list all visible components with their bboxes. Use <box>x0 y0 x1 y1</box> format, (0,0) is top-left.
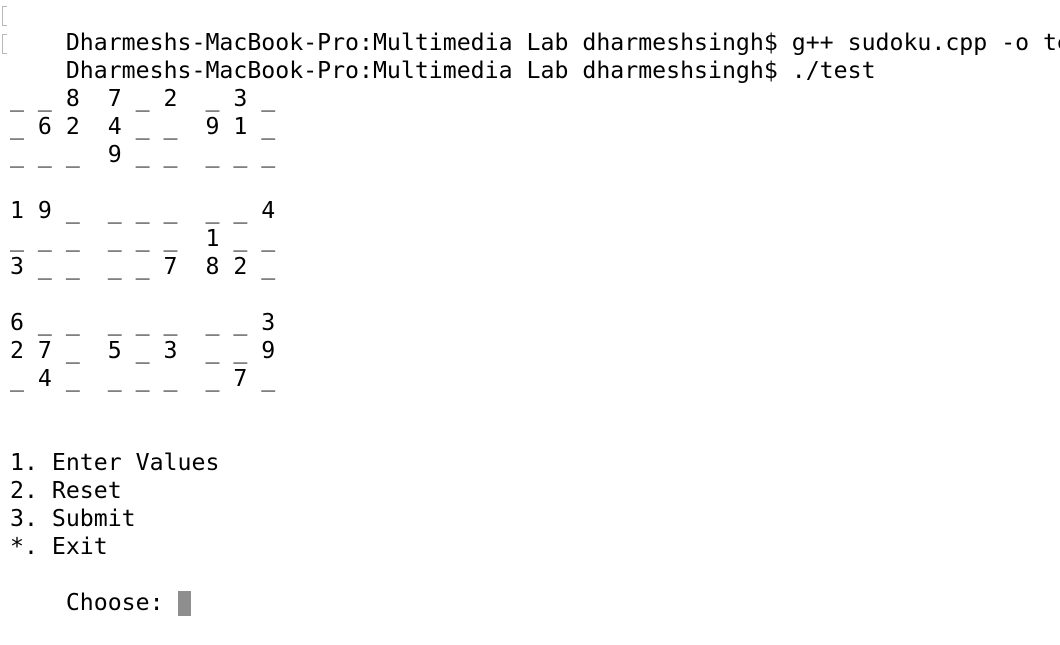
sudoku-row-2: _ 6 2 4 _ _ 9 1 _ <box>10 113 276 140</box>
terminal-window[interactable]: Dharmeshs-MacBook-Pro:Multimedia Lab dha… <box>0 0 1060 616</box>
input-prompt-line[interactable]: Choose: <box>10 561 191 616</box>
sudoku-row-1: _ _ 8 7 _ 2 _ 3 _ <box>10 85 276 112</box>
prompt-label: Choose: <box>65 589 164 616</box>
mark-bracket-icon <box>2 34 7 54</box>
menu-option-exit: *. Exit <box>10 533 108 560</box>
sudoku-row-4: 1 9 _ _ _ _ _ _ 4 <box>10 197 276 224</box>
command-text: Dharmeshs-MacBook-Pro:Multimedia Lab dha… <box>65 57 876 84</box>
sudoku-row-5: _ _ _ _ _ _ 1 _ _ <box>10 225 276 252</box>
sudoku-row-8: 2 7 _ 5 _ 3 _ _ 9 <box>10 337 276 364</box>
sudoku-row-7: 6 _ _ _ _ _ _ _ 3 <box>10 309 276 336</box>
sudoku-row-3: _ _ _ 9 _ _ _ _ _ <box>10 141 276 168</box>
sudoku-row-9: _ 4 _ _ _ _ _ 7 _ <box>10 365 276 392</box>
menu-option-submit: 3. Submit <box>10 505 136 532</box>
menu-option-enter-values: 1. Enter Values <box>10 449 220 476</box>
mark-bracket-icon <box>2 6 7 26</box>
command-line-compile: Dharmeshs-MacBook-Pro:Multimedia Lab dha… <box>2 1 1060 56</box>
sudoku-row-6: 3 _ _ _ _ 7 8 2 _ <box>10 253 276 280</box>
menu-option-reset: 2. Reset <box>10 477 122 504</box>
command-line-run: Dharmeshs-MacBook-Pro:Multimedia Lab dha… <box>2 29 876 84</box>
